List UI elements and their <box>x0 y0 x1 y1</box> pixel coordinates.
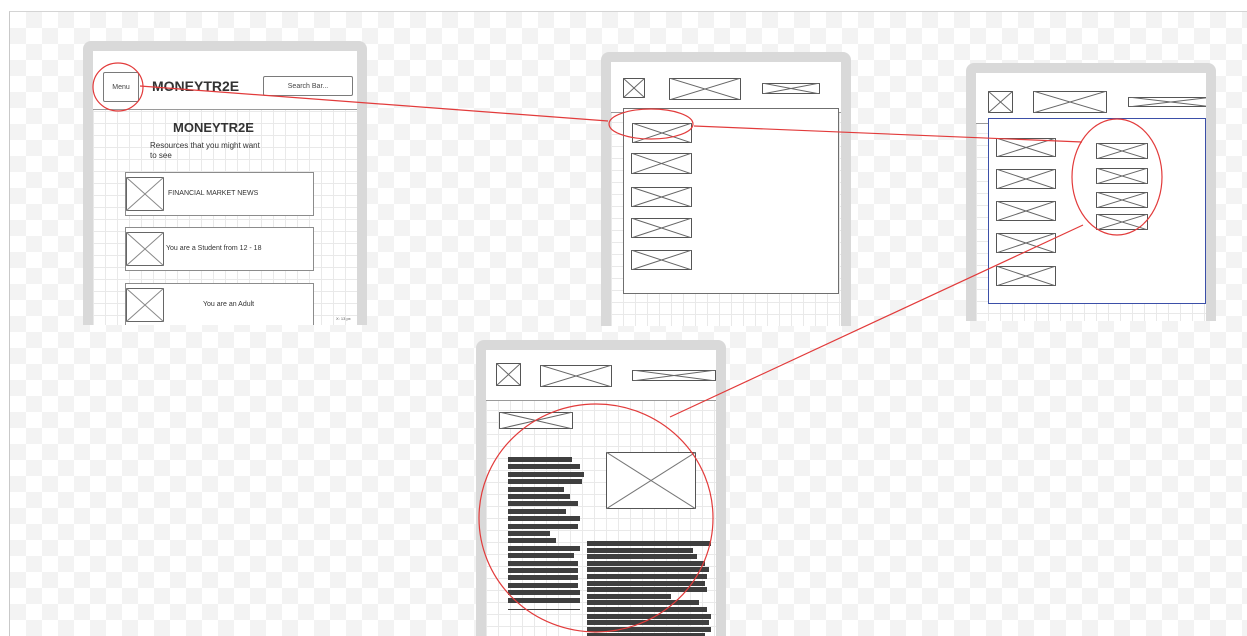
menu-button[interactable]: Menu <box>103 72 139 102</box>
card-financial-news[interactable]: FINANCIAL MARKET NEWS <box>125 172 314 216</box>
submenu-screen <box>976 73 1206 321</box>
card-image-placeholder-icon <box>126 288 164 322</box>
menu-item-5[interactable] <box>631 250 692 270</box>
submenu-header-search-placeholder <box>1128 97 1206 107</box>
text-line-placeholder <box>508 582 578 588</box>
menu-item-1[interactable] <box>632 123 692 143</box>
zoom-label: X: 13 px <box>336 316 351 321</box>
menu-item-4[interactable] <box>631 218 692 238</box>
wireframe-article[interactable] <box>476 340 726 636</box>
article-header-icon-placeholder <box>496 363 521 386</box>
text-line-placeholder <box>508 553 574 559</box>
card-student[interactable]: You are a Student from 12 - 18 <box>125 227 314 271</box>
article-image-placeholder <box>606 452 696 509</box>
text-line-placeholder <box>508 568 578 573</box>
text-line-placeholder <box>508 486 564 492</box>
page-heading: MONEYTR2E <box>173 120 254 135</box>
submenu-item-5[interactable] <box>996 266 1056 286</box>
text-line-placeholder <box>508 464 580 470</box>
search-bar-placeholder: Search Bar... <box>287 82 329 90</box>
card-adult[interactable]: You are an Adult <box>125 283 314 325</box>
wireframe-submenu[interactable] <box>966 63 1216 321</box>
menu-header-logo-placeholder <box>669 78 741 100</box>
card-label: You are an Adult <box>203 301 255 308</box>
menu-button-label: Menu <box>112 83 130 91</box>
card-label: You are a Student from 12 - 18 <box>166 245 262 252</box>
homepage-screen: Menu MONEYTR2E Search Bar... MONEYTR2E R… <box>93 51 357 325</box>
menu-header <box>611 62 841 113</box>
page-subheading-line1: Resources that you might want <box>150 141 260 150</box>
text-line-placeholder <box>508 597 580 603</box>
search-bar[interactable]: Search Bar... <box>263 76 353 96</box>
text-line-placeholder <box>508 501 578 507</box>
submenu-header <box>976 73 1206 124</box>
text-line-placeholder <box>587 567 709 573</box>
article-header-logo-placeholder <box>540 365 612 387</box>
text-line-placeholder <box>587 593 671 599</box>
text-line-placeholder <box>508 538 556 544</box>
submenu-item-1[interactable] <box>996 138 1056 157</box>
text-line-placeholder <box>587 600 699 606</box>
menu-screen <box>611 62 841 326</box>
submenu-item-4[interactable] <box>996 233 1056 253</box>
wireframe-homepage[interactable]: Menu MONEYTR2E Search Bar... MONEYTR2E R… <box>83 41 367 325</box>
page-subheading-line2: to see <box>150 151 172 160</box>
article-title-placeholder <box>499 412 573 429</box>
text-line-placeholder <box>587 626 711 632</box>
text-line-placeholder <box>587 607 707 612</box>
text-line-placeholder <box>508 523 578 529</box>
text-line-placeholder <box>508 471 584 477</box>
design-canvas[interactable]: Menu MONEYTR2E Search Bar... MONEYTR2E R… <box>9 11 1247 636</box>
submenu-subitem-3[interactable] <box>1096 192 1148 208</box>
submenu-item-2[interactable] <box>996 169 1056 189</box>
submenu-subitem-1[interactable] <box>1096 143 1148 159</box>
menu-item-2[interactable] <box>631 153 692 174</box>
menu-header-search-placeholder <box>762 83 820 94</box>
text-line-placeholder <box>587 613 711 619</box>
text-line-placeholder <box>587 547 693 553</box>
text-line-placeholder <box>587 541 711 546</box>
text-divider <box>508 609 580 610</box>
text-line-placeholder <box>508 457 572 462</box>
submenu-header-logo-placeholder <box>1033 91 1107 113</box>
text-line-placeholder <box>587 574 707 579</box>
card-label: FINANCIAL MARKET NEWS <box>168 190 259 197</box>
text-line-placeholder <box>508 494 570 499</box>
article-header-search-placeholder <box>632 370 716 381</box>
wireframe-menu[interactable] <box>601 52 851 326</box>
submenu-subitem-4[interactable] <box>1096 214 1148 230</box>
article-text-column-left <box>508 457 588 617</box>
menu-item-3[interactable] <box>631 187 692 207</box>
text-line-placeholder <box>508 508 566 514</box>
text-line-placeholder <box>587 554 697 560</box>
text-line-placeholder <box>508 560 578 566</box>
submenu-subitem-2[interactable] <box>1096 168 1148 184</box>
text-line-placeholder <box>508 531 550 536</box>
text-line-placeholder <box>508 545 580 551</box>
text-line-placeholder <box>587 587 707 593</box>
menu-header-icon-placeholder <box>623 78 645 98</box>
article-header <box>486 350 716 401</box>
text-line-placeholder <box>508 516 580 522</box>
text-line-placeholder <box>587 620 709 626</box>
card-image-placeholder-icon <box>126 232 164 266</box>
article-screen <box>486 350 716 636</box>
homepage-header: Menu MONEYTR2E Search Bar... <box>93 51 357 110</box>
logo-text: MONEYTR2E <box>152 78 240 94</box>
article-text-column-right <box>587 541 716 636</box>
text-line-placeholder <box>508 575 578 581</box>
text-line-placeholder <box>508 479 582 485</box>
text-line-placeholder <box>508 590 580 596</box>
text-line-placeholder <box>587 580 705 586</box>
card-image-placeholder-icon <box>126 177 164 211</box>
submenu-header-icon-placeholder <box>988 91 1013 113</box>
text-line-placeholder <box>587 560 705 566</box>
submenu-item-3[interactable] <box>996 201 1056 221</box>
